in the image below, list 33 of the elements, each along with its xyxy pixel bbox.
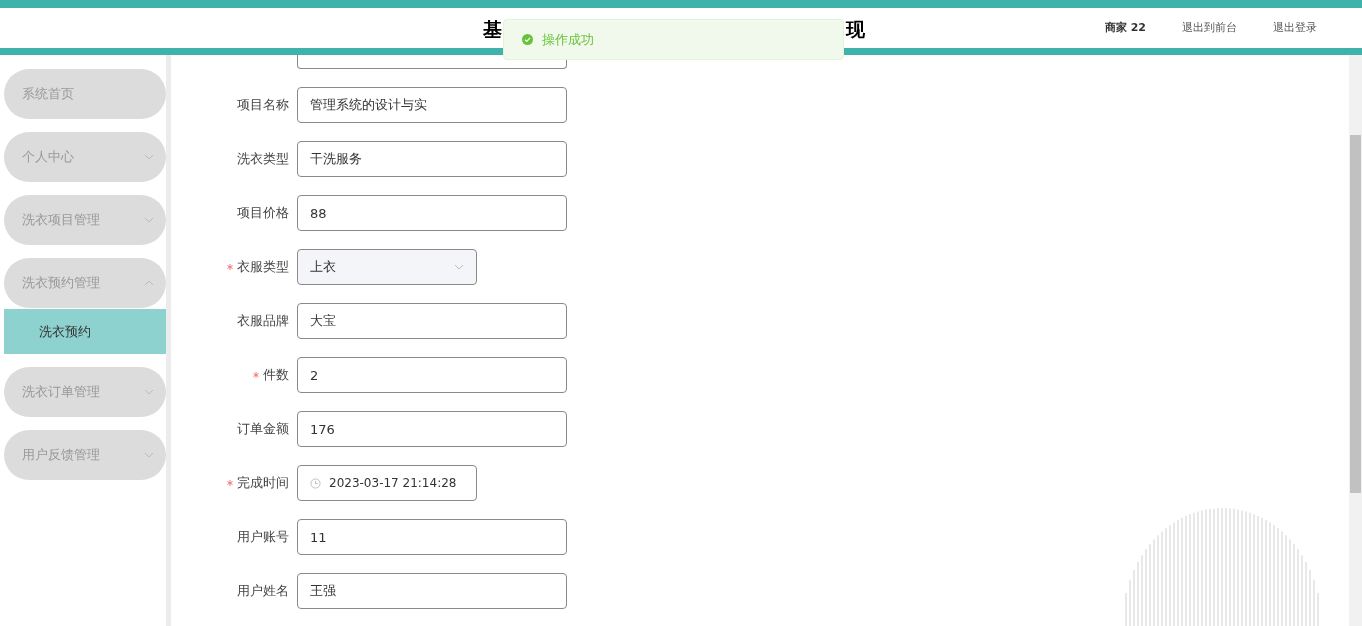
text-input[interactable]: 管理系统的设计与实 bbox=[297, 87, 567, 123]
scrollbar-thumb[interactable] bbox=[1350, 135, 1361, 493]
text-input[interactable]: 王强 bbox=[297, 573, 567, 609]
field-label: 项目价格 bbox=[237, 204, 289, 223]
field-label: 用户账号 bbox=[237, 528, 289, 547]
header-link[interactable]: 退出到前台 bbox=[1182, 19, 1237, 37]
text-input[interactable]: 干洗服务 bbox=[297, 141, 567, 177]
field-label: 衣服类型 bbox=[237, 258, 289, 277]
check-circle-icon bbox=[522, 34, 533, 45]
field-label: 衣服品牌 bbox=[237, 312, 289, 331]
user-name: 商家 22 bbox=[1104, 19, 1146, 36]
text-input[interactable]: 大宝 bbox=[297, 303, 567, 339]
header-link[interactable]: 退出登录 bbox=[1273, 19, 1317, 37]
text-input[interactable]: 11 bbox=[297, 519, 567, 555]
scrollbar[interactable] bbox=[1349, 55, 1362, 626]
field-label: 完成时间 bbox=[237, 474, 289, 493]
page-title: 现 bbox=[846, 17, 865, 42]
chevron-down-icon bbox=[454, 264, 464, 270]
select-field[interactable]: 上衣 bbox=[297, 249, 477, 285]
field-label: 项目名称 bbox=[237, 96, 289, 115]
field-label: 订单金额 bbox=[237, 420, 289, 439]
field-label: 件数 bbox=[263, 366, 289, 385]
submenu-item[interactable]: 洗衣预约 bbox=[4, 309, 166, 354]
text-input[interactable]: 88 bbox=[297, 195, 567, 231]
date-field[interactable]: 2023-03-17 21:14:28 bbox=[297, 465, 477, 501]
text-input[interactable]: 2 bbox=[297, 357, 567, 393]
toast-text: 操作成功 bbox=[542, 30, 594, 49]
text-input[interactable]: 176 bbox=[297, 411, 567, 447]
clock-icon bbox=[310, 477, 321, 489]
input-field[interactable] bbox=[297, 55, 567, 69]
field-label: 洗衣类型 bbox=[237, 150, 289, 169]
page-title: 基 bbox=[483, 17, 502, 42]
field-label: 用户姓名 bbox=[237, 582, 289, 601]
